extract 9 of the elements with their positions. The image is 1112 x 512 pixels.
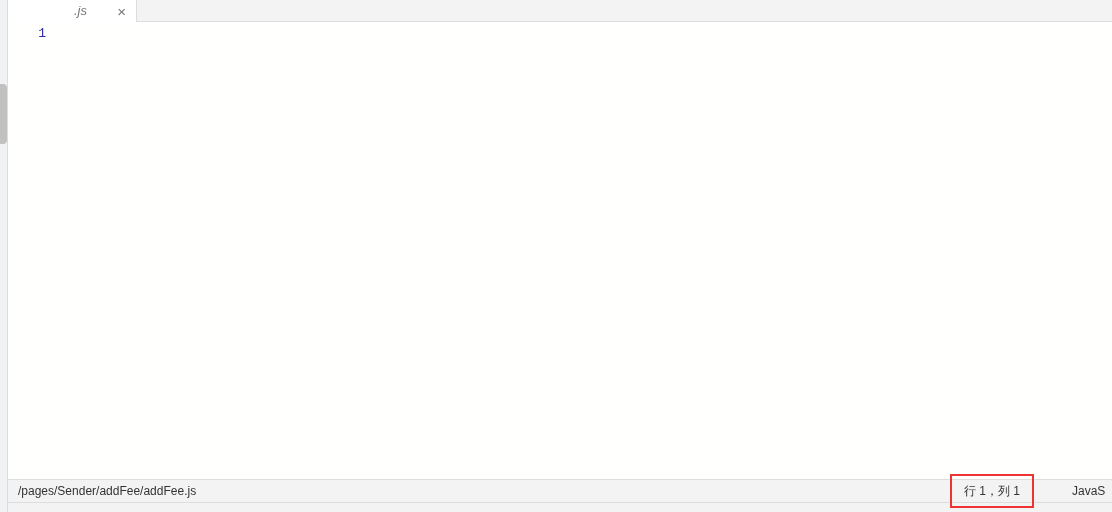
- scrollbar-thumb[interactable]: [0, 84, 7, 144]
- file-path: /pages/Sender/addFee/addFee.js: [18, 483, 198, 500]
- cursor-position: 行 1，列 1: [950, 474, 1034, 508]
- close-icon[interactable]: ×: [117, 3, 126, 19]
- tab-title: .js: [74, 2, 87, 21]
- line-number: 1: [37, 25, 46, 43]
- file-tab[interactable]: .js ×: [8, 0, 137, 22]
- editor-area[interactable]: 1: [8, 22, 1112, 479]
- language-mode[interactable]: JavaS: [1072, 482, 1112, 500]
